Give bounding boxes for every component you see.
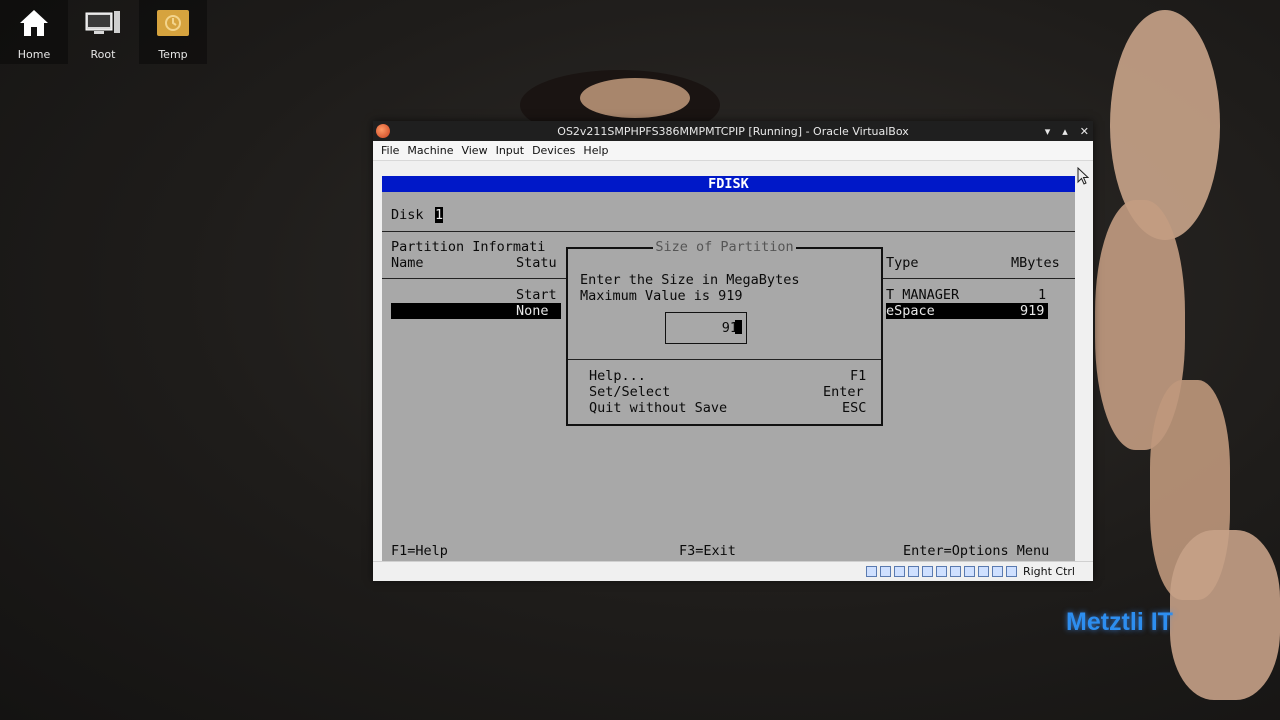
option-select-label[interactable]: Set/Select — [589, 384, 670, 400]
text-cursor — [735, 320, 742, 334]
recording-icon[interactable] — [963, 566, 975, 577]
host-key-icon — [1005, 566, 1017, 577]
folder-icon — [157, 10, 189, 36]
shared-folder-icon[interactable] — [935, 566, 947, 577]
partition-info-label: Partition Informati — [391, 239, 546, 255]
fdisk-header: FDISK — [382, 176, 1075, 192]
option-quit-key: ESC — [842, 400, 867, 416]
row-mbytes: 919 — [1020, 303, 1045, 319]
dialog-line2: Maximum Value is 919 — [580, 288, 743, 304]
footer-options: Enter=Options Menu — [903, 543, 1050, 559]
row-type: eSpace — [886, 303, 935, 319]
column-status: Statu — [516, 255, 557, 271]
menu-input[interactable]: Input — [492, 144, 528, 157]
hdd-icon[interactable] — [865, 566, 877, 577]
option-select-key: Enter — [823, 384, 864, 400]
option-help-label[interactable]: Help... — [589, 368, 646, 384]
maximize-icon[interactable]: ▴ — [1062, 125, 1068, 138]
column-mbytes: MBytes — [1011, 255, 1060, 271]
divider — [382, 231, 1075, 232]
cpu-icon[interactable] — [977, 566, 989, 577]
virtualbox-window[interactable]: OS2v211SMPHPFS386MMPMTCPIP [Running] - O… — [373, 121, 1093, 581]
desktop-icon-label: Root — [90, 48, 116, 61]
option-help-key: F1 — [850, 368, 867, 384]
menu-machine[interactable]: Machine — [403, 144, 457, 157]
divider — [568, 359, 881, 360]
divider — [882, 278, 1075, 279]
guest-screen[interactable]: FDISK Disk 1 Partition Informati Name St… — [382, 176, 1075, 561]
disk-label: Disk — [391, 207, 424, 223]
usb-icon[interactable] — [921, 566, 933, 577]
window-title: OS2v211SMPHPFS386MMPMTCPIP [Running] - O… — [557, 124, 909, 138]
desktop-icon-temp[interactable]: Temp — [139, 0, 207, 64]
computer-icon — [85, 11, 120, 34]
window-titlebar[interactable]: OS2v211SMPHPFS386MMPMTCPIP [Running] - O… — [373, 121, 1093, 141]
dialog-title: Size of Partition — [653, 239, 796, 255]
close-icon[interactable]: ✕ — [1080, 125, 1089, 138]
mouse-integration-icon[interactable] — [991, 566, 1003, 577]
menu-devices[interactable]: Devices — [528, 144, 579, 157]
row-mbytes: 1 — [1038, 287, 1047, 303]
menu-view[interactable]: View — [457, 144, 491, 157]
size-input[interactable]: 91 — [665, 312, 747, 344]
display-icon[interactable] — [949, 566, 961, 577]
menu-file[interactable]: File — [377, 144, 403, 157]
divider — [382, 278, 566, 279]
audio-icon[interactable] — [893, 566, 905, 577]
footer-help: F1=Help — [391, 543, 448, 559]
optical-drive-icon[interactable] — [879, 566, 891, 577]
menu-bar: File Machine View Input Devices Help — [373, 141, 1093, 161]
option-quit-label[interactable]: Quit without Save — [589, 400, 727, 416]
row-status: None — [516, 303, 549, 319]
home-icon — [20, 10, 48, 36]
mouse-pointer-icon — [1077, 167, 1089, 185]
dialog-line1: Enter the Size in MegaBytes — [580, 272, 800, 288]
desktop-icon-root[interactable]: Root — [69, 0, 137, 64]
row-type: T MANAGER — [886, 287, 960, 303]
vm-status-bar: Right Ctrl — [373, 561, 1093, 581]
watermark: Metztli IT — [1066, 608, 1173, 636]
footer-exit: F3=Exit — [679, 543, 736, 559]
minimize-icon[interactable]: ▾ — [1045, 125, 1051, 138]
menu-help[interactable]: Help — [579, 144, 612, 157]
host-key-label: Right Ctrl — [1022, 565, 1075, 578]
desktop-icon-home[interactable]: Home — [0, 0, 68, 64]
row-status: Start — [516, 287, 557, 303]
column-type: Type — [886, 255, 919, 271]
desktop-icon-label: Temp — [158, 48, 188, 61]
size-of-partition-dialog: Size of Partition Enter the Size in Mega… — [566, 239, 883, 426]
network-icon[interactable] — [907, 566, 919, 577]
disk-number[interactable]: 1 — [435, 207, 444, 223]
desktop-icon-label: Home — [17, 48, 51, 61]
column-name: Name — [391, 255, 424, 271]
